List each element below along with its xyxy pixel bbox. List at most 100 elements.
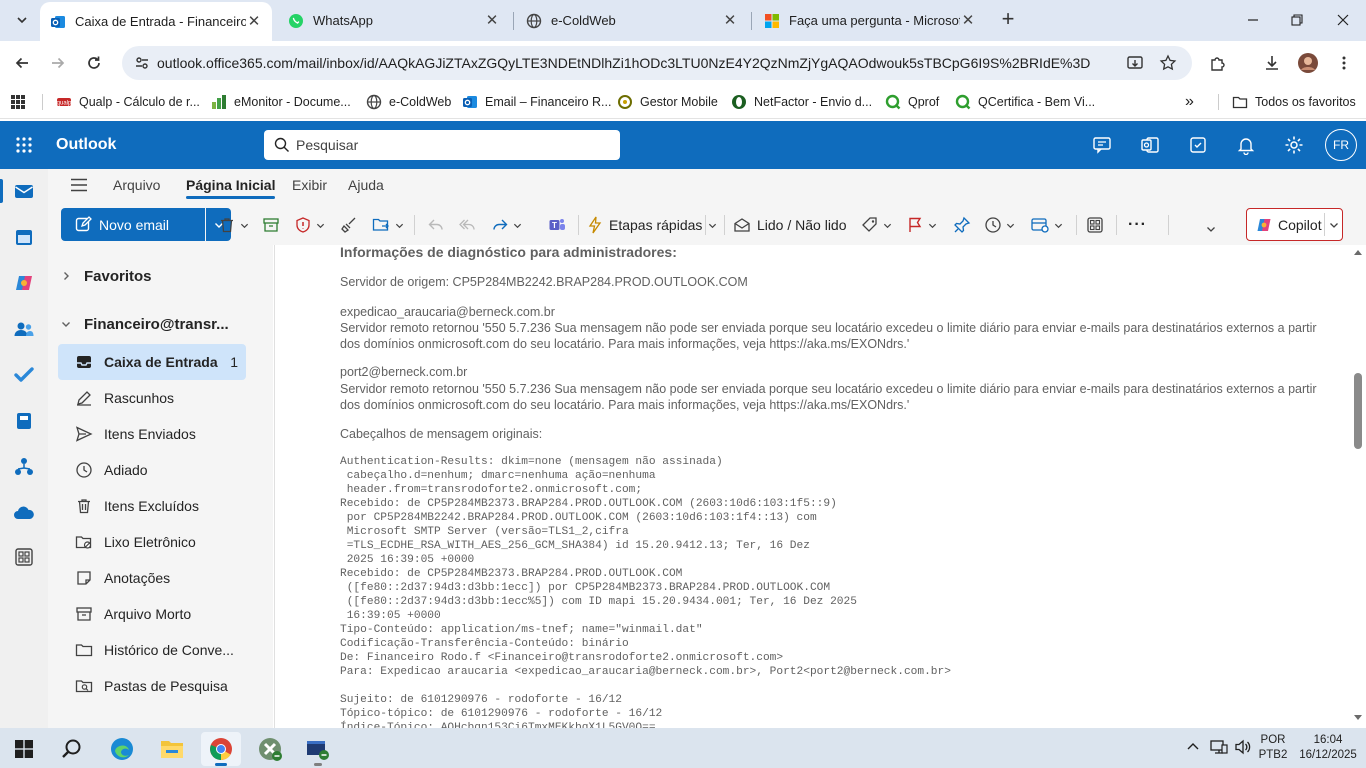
omnibox[interactable]: outlook.office365.com/mail/inbox/id/AAQk… <box>122 46 1192 80</box>
archive-button[interactable] <box>262 214 280 236</box>
bookmark-netfactor[interactable]: NetFactor - Envio d... <box>731 91 872 113</box>
more-options-button[interactable]: ··· <box>1128 214 1147 236</box>
search-input[interactable]: Pesquisar <box>264 130 620 160</box>
rail-calendar[interactable] <box>12 225 36 249</box>
account-group[interactable]: Financeiro@transr... <box>48 306 273 342</box>
tab-outlook[interactable]: Caixa de Entrada - Financeiro R ✕ <box>40 2 272 41</box>
tab-arquivo[interactable]: Arquivo <box>113 177 160 193</box>
bookmark-star-icon[interactable] <box>1159 54 1177 72</box>
start-button[interactable] <box>4 732 44 766</box>
taskbar-file-explorer[interactable] <box>152 732 192 766</box>
rules-button[interactable] <box>1030 214 1063 236</box>
tab-ecoldweb[interactable]: e-ColdWeb ✕ <box>516 0 748 41</box>
tab-microsoft[interactable]: Faça uma pergunta - Microsoft ✕ <box>754 0 986 41</box>
rail-onedrive[interactable] <box>12 501 36 525</box>
rail-onedrive-files[interactable] <box>12 409 36 433</box>
reply-button[interactable] <box>427 214 445 236</box>
rail-mail[interactable] <box>12 179 36 203</box>
tray-overflow-button[interactable] <box>1186 740 1200 754</box>
reply-all-button[interactable] <box>459 214 477 236</box>
read-unread-button[interactable]: Lido / Não lido <box>733 214 847 236</box>
folder-caixa-de-entrada[interactable]: Caixa de Entrada 1 <box>58 344 246 380</box>
folder-historico-conversas[interactable]: Histórico de Conve... <box>58 632 246 668</box>
outlook-app-button[interactable] <box>1138 133 1162 157</box>
folder-itens-enviados[interactable]: Itens Enviados <box>58 416 246 452</box>
close-window-button[interactable] <box>1320 6 1366 34</box>
rail-more-apps[interactable] <box>12 545 36 569</box>
folder-arquivo-morto[interactable]: Arquivo Morto <box>58 596 246 632</box>
move-to-button[interactable] <box>372 214 404 236</box>
close-tab-icon[interactable]: ✕ <box>484 12 500 29</box>
reading-pane-scrollbar[interactable] <box>1350 245 1366 728</box>
taskbar-search-button[interactable] <box>52 732 92 766</box>
reload-button[interactable] <box>80 49 108 77</box>
snooze-button[interactable] <box>984 214 1015 236</box>
rail-people[interactable] <box>12 317 36 341</box>
rail-org[interactable] <box>12 455 36 479</box>
network-icon[interactable] <box>1210 739 1228 755</box>
outlook-brand[interactable]: Outlook <box>56 136 116 154</box>
collapse-nav-button[interactable] <box>70 178 88 192</box>
minimize-button[interactable] <box>1230 6 1276 34</box>
close-tab-icon[interactable]: ✕ <box>960 12 976 29</box>
forward-button[interactable] <box>44 49 72 77</box>
chrome-menu-button[interactable] <box>1330 49 1358 77</box>
my-day-button[interactable] <box>1186 133 1210 157</box>
all-bookmarks-folder[interactable]: Todos os favoritos <box>1232 91 1356 113</box>
tab-exibir[interactable]: Exibir <box>292 177 327 193</box>
tab-search-button[interactable] <box>8 7 36 33</box>
bookmark-emonitor[interactable]: eMonitor - Docume... <box>211 91 351 113</box>
close-tab-icon[interactable]: ✕ <box>722 12 738 29</box>
favorites-group[interactable]: Favoritos <box>48 258 273 294</box>
new-mail-button[interactable]: Novo email <box>61 208 205 241</box>
bookmark-qcertifica[interactable]: QCertifica - Bem Vi... <box>955 91 1095 113</box>
folder-adiado[interactable]: Adiado <box>58 452 246 488</box>
input-language[interactable]: POR PTB2 <box>1256 733 1290 763</box>
bookmark-ecoldweb[interactable]: e-ColdWeb <box>366 91 451 113</box>
tab-pagina-inicial[interactable]: Página Inicial <box>186 177 276 199</box>
sweep-button[interactable] <box>340 214 358 236</box>
quick-steps-button[interactable]: Etapas rápidas <box>587 214 702 236</box>
account-avatar[interactable]: FR <box>1325 129 1357 161</box>
scrollbar-thumb[interactable] <box>1354 373 1362 449</box>
quick-steps-dropdown[interactable] <box>708 214 717 236</box>
forward-button-ribbon[interactable] <box>491 214 522 236</box>
settings-button[interactable] <box>1282 133 1306 157</box>
taskbar-app-terminal[interactable] <box>298 732 338 766</box>
chevron-down-icon[interactable] <box>1329 220 1339 230</box>
bookmark-qprof[interactable]: Qprof <box>885 91 939 113</box>
bookmarks-overflow[interactable]: » <box>1185 91 1194 113</box>
expand-ribbon-button[interactable] <box>1206 218 1216 240</box>
folder-lixo-eletronico[interactable]: Lixo Eletrônico <box>58 524 246 560</box>
report-button[interactable] <box>294 214 325 236</box>
install-app-icon[interactable] <box>1126 54 1144 72</box>
taskbar-edge[interactable] <box>102 732 142 766</box>
notifications-button[interactable] <box>1234 133 1258 157</box>
close-tab-icon[interactable]: ✕ <box>246 13 262 30</box>
teams-chat-button[interactable] <box>1090 133 1114 157</box>
addins-button[interactable] <box>1086 214 1104 236</box>
site-settings-icon[interactable] <box>134 55 150 71</box>
pin-button[interactable] <box>953 214 971 236</box>
folder-itens-excluidos[interactable]: Itens Excluídos <box>58 488 246 524</box>
bookmark-qualp[interactable]: qualp Qualp - Cálculo de r... <box>56 91 200 113</box>
folder-rascunhos[interactable]: Rascunhos <box>58 380 246 416</box>
copilot-button[interactable]: Copilot <box>1246 208 1343 241</box>
tab-ajuda[interactable]: Ajuda <box>348 177 384 193</box>
clock[interactable]: 16:04 16/12/2025 <box>1292 733 1364 763</box>
bookmark-gestor-mobile[interactable]: Gestor Mobile <box>617 91 718 113</box>
tab-whatsapp[interactable]: WhatsApp ✕ <box>278 0 510 41</box>
teams-share-button[interactable]: T <box>548 214 566 236</box>
app-launcher-button[interactable] <box>12 133 36 157</box>
new-tab-button[interactable]: + <box>996 8 1020 32</box>
rail-copilot[interactable] <box>12 271 36 295</box>
folder-pastas-pesquisa[interactable]: Pastas de Pesquisa <box>58 668 246 704</box>
delete-button[interactable] <box>218 214 249 236</box>
extensions-button[interactable] <box>1204 49 1232 77</box>
folder-anotacoes[interactable]: Anotações <box>58 560 246 596</box>
profile-button[interactable] <box>1294 49 1322 77</box>
restore-button[interactable] <box>1274 6 1320 34</box>
taskbar-chrome[interactable] <box>201 732 241 766</box>
volume-icon[interactable] <box>1234 739 1252 755</box>
rail-todo[interactable] <box>12 363 36 387</box>
